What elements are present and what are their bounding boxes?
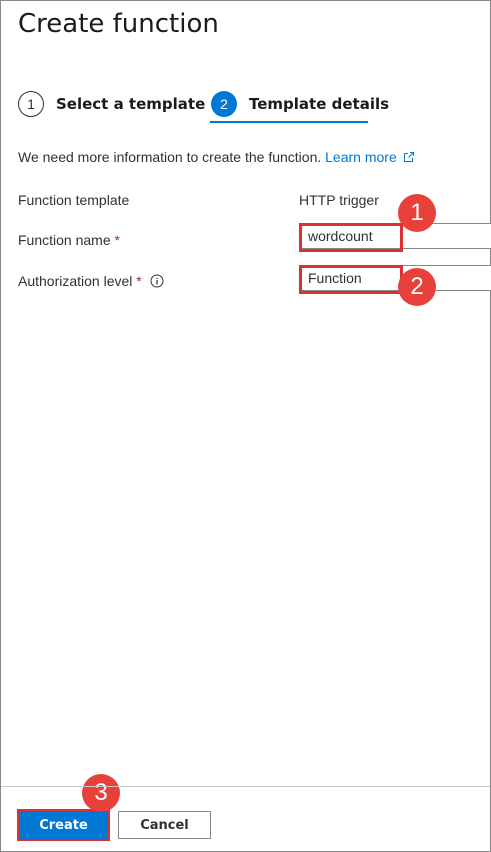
step-number-circle: 2 bbox=[211, 91, 237, 117]
info-message: We need more information to create the f… bbox=[18, 149, 322, 165]
external-link-icon bbox=[403, 152, 414, 162]
step-template-details[interactable]: 2 Template details bbox=[211, 89, 389, 119]
learn-more-link[interactable]: Learn more bbox=[325, 149, 415, 165]
authorization-level-label: Authorization level * bbox=[18, 273, 164, 289]
function-name-label: Function name * bbox=[18, 232, 120, 248]
callout-badge-3: 3 bbox=[82, 774, 120, 812]
active-step-underline bbox=[210, 121, 368, 123]
cancel-button[interactable]: Cancel bbox=[118, 811, 211, 839]
create-button[interactable]: Create bbox=[19, 811, 108, 839]
authorization-level-dropdown[interactable]: Function bbox=[299, 265, 491, 291]
callout-badge-1: 1 bbox=[398, 194, 436, 232]
step-select-template[interactable]: 1 Select a template bbox=[18, 89, 205, 119]
authorization-level-label-text: Authorization level bbox=[18, 273, 133, 289]
footer-divider bbox=[1, 786, 490, 787]
required-asterisk: * bbox=[136, 273, 142, 289]
step-label: Select a template bbox=[56, 95, 206, 113]
required-asterisk: * bbox=[114, 232, 120, 248]
function-name-input[interactable]: wordcount bbox=[299, 223, 491, 249]
info-icon[interactable] bbox=[150, 274, 164, 288]
function-name-label-text: Function name bbox=[18, 232, 111, 248]
callout-badge-2: 2 bbox=[398, 268, 436, 306]
function-template-label: Function template bbox=[18, 192, 130, 208]
info-text: We need more information to create the f… bbox=[18, 149, 415, 165]
function-template-value: HTTP trigger bbox=[299, 192, 379, 208]
step-number-circle: 1 bbox=[18, 91, 44, 117]
panel-frame bbox=[0, 0, 491, 852]
panel-title: Create function bbox=[18, 9, 219, 39]
step-label: Template details bbox=[249, 95, 390, 113]
